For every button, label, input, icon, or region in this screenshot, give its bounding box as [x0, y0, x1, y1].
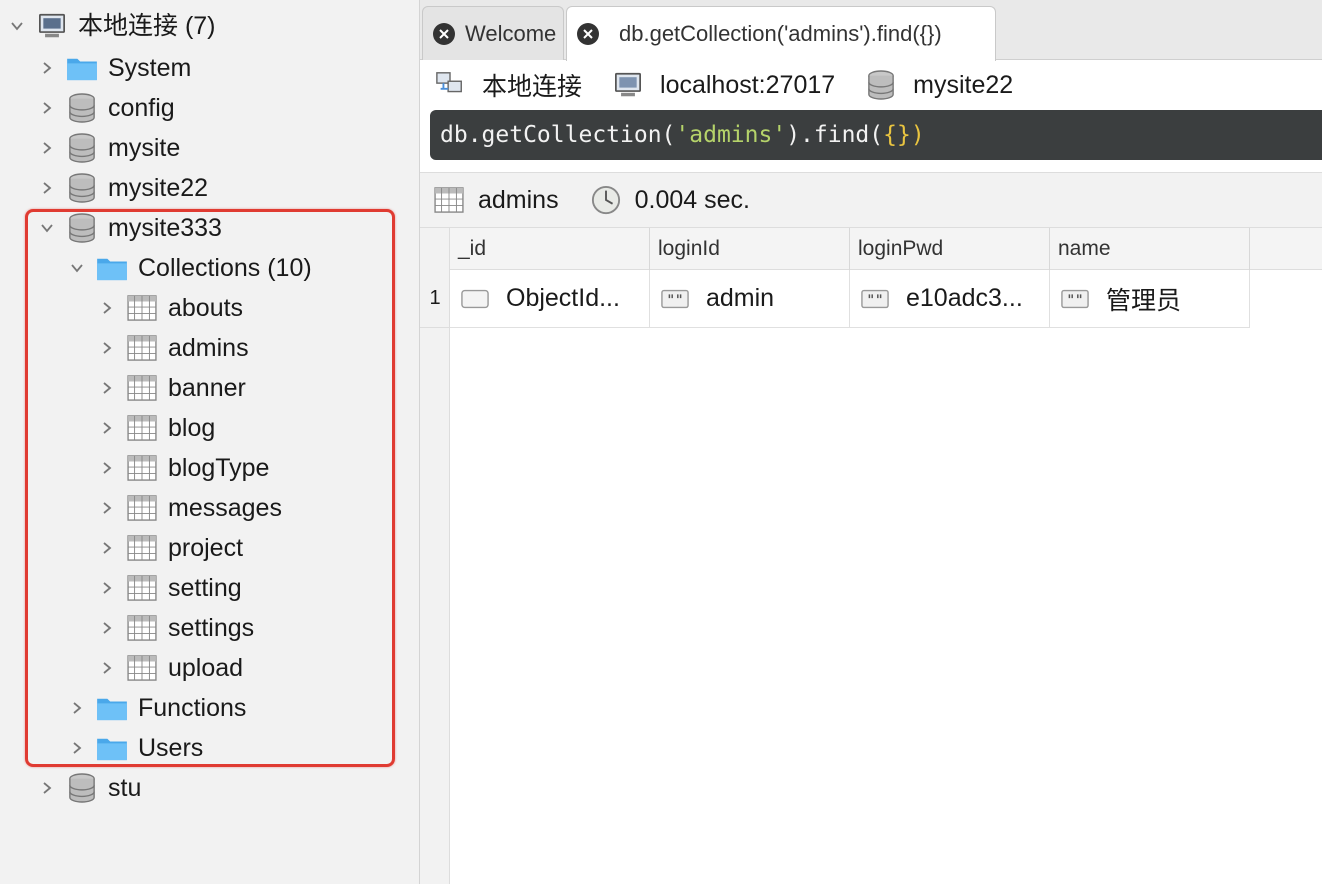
tree-node-label: mysite [108, 134, 181, 162]
info-host: localhost:27017 [612, 69, 835, 101]
tree-node-label: config [108, 94, 175, 122]
query-object: {} [883, 122, 911, 148]
database-icon [64, 92, 100, 124]
database-icon [64, 172, 100, 204]
string-icon [860, 289, 890, 309]
string-icon [660, 289, 690, 309]
column-header-name[interactable]: name [1050, 228, 1250, 270]
chevron-right-icon[interactable] [36, 57, 58, 79]
query-argument: 'admins' [675, 122, 787, 148]
chevron-right-icon[interactable] [36, 777, 58, 799]
chevron-right-icon[interactable] [36, 177, 58, 199]
tab-bar: Welcome db.getCollection('admins').find(… [420, 0, 1322, 61]
column-header-id[interactable]: _id [450, 228, 650, 270]
results-table: 1 _id loginId loginPwd name ObjectId... … [420, 228, 1322, 884]
monitor-icon [34, 10, 70, 42]
table-row[interactable]: ObjectId... admin e10adc3... 管理员 [450, 270, 1250, 328]
clock-icon [589, 184, 623, 216]
result-info-bar: admins 0.004 sec. [420, 172, 1322, 228]
chevron-right-icon[interactable] [36, 97, 58, 119]
connection-name: 本地连接 [482, 73, 583, 101]
table-header: _id loginId loginPwd name [450, 228, 1322, 270]
tree-node-database[interactable]: mysite22 [36, 168, 208, 208]
query-time: 0.004 sec. [634, 185, 750, 214]
database-icon [865, 69, 897, 101]
query-editor[interactable]: db.getCollection('admins').find({}) [430, 110, 1322, 160]
cell-value: ObjectId... [506, 284, 620, 312]
info-database: mysite22 [865, 69, 1013, 101]
object-explorer-sidebar: 本地连接 (7) System config mysite mysite22 m… [0, 0, 420, 884]
cell-value: 管理员 [1106, 286, 1182, 315]
result-collection: admins [478, 185, 559, 214]
network-icon [434, 69, 466, 101]
close-icon[interactable] [577, 23, 599, 45]
tree-node-label: stu [108, 774, 142, 802]
cell-name[interactable]: 管理员 [1050, 270, 1250, 328]
query-close: ) [910, 122, 925, 148]
tree-node-label: mysite22 [108, 174, 209, 202]
tree-node-label: System [108, 54, 192, 82]
object-icon [460, 289, 490, 309]
annotation-highlight-box [25, 209, 395, 767]
tree-node-label: 本地连接 (7) [78, 12, 216, 40]
table-icon [432, 184, 466, 216]
connection-info-bar: 本地连接 localhost:27017 mysite22 [420, 60, 1322, 110]
tree-node-database[interactable]: mysite [36, 128, 180, 168]
chevron-down-icon[interactable] [6, 15, 28, 37]
monitor-icon [612, 69, 644, 101]
cell-loginid[interactable]: admin [650, 270, 850, 328]
tab-query[interactable]: db.getCollection('admins').find({}) [566, 6, 996, 61]
string-icon [1060, 289, 1090, 309]
chevron-right-icon[interactable] [36, 137, 58, 159]
folder-icon [64, 52, 100, 84]
tree-node-connection[interactable]: 本地连接 (7) [6, 6, 216, 46]
cell-loginpwd[interactable]: e10adc3... [850, 270, 1050, 328]
database-name: mysite22 [913, 70, 1014, 99]
column-header-loginpwd[interactable]: loginPwd [850, 228, 1050, 270]
database-icon [64, 772, 100, 804]
tab-welcome[interactable]: Welcome [422, 6, 564, 60]
tab-label: db.getCollection('admins').find({}) [619, 21, 942, 46]
query-method: ).find( [786, 122, 884, 148]
tab-label: Welcome [465, 20, 557, 46]
close-icon[interactable] [433, 22, 455, 45]
tree-node-system[interactable]: System [36, 48, 191, 88]
query-prefix: db.getCollection( [440, 122, 676, 148]
cell-id[interactable]: ObjectId... [450, 270, 650, 328]
column-header-loginid[interactable]: loginId [650, 228, 850, 270]
cell-value: admin [706, 284, 775, 312]
cell-value: e10adc3... [906, 284, 1023, 312]
main-panel: Welcome db.getCollection('admins').find(… [420, 0, 1322, 884]
row-number-gutter: 1 [420, 228, 450, 884]
database-icon [64, 132, 100, 164]
row-number[interactable]: 1 [420, 270, 450, 328]
host-address: localhost:27017 [660, 70, 836, 99]
tree-node-database[interactable]: config [36, 88, 175, 128]
info-connection: 本地连接 [434, 67, 582, 103]
tree-node-database[interactable]: stu [36, 768, 141, 808]
